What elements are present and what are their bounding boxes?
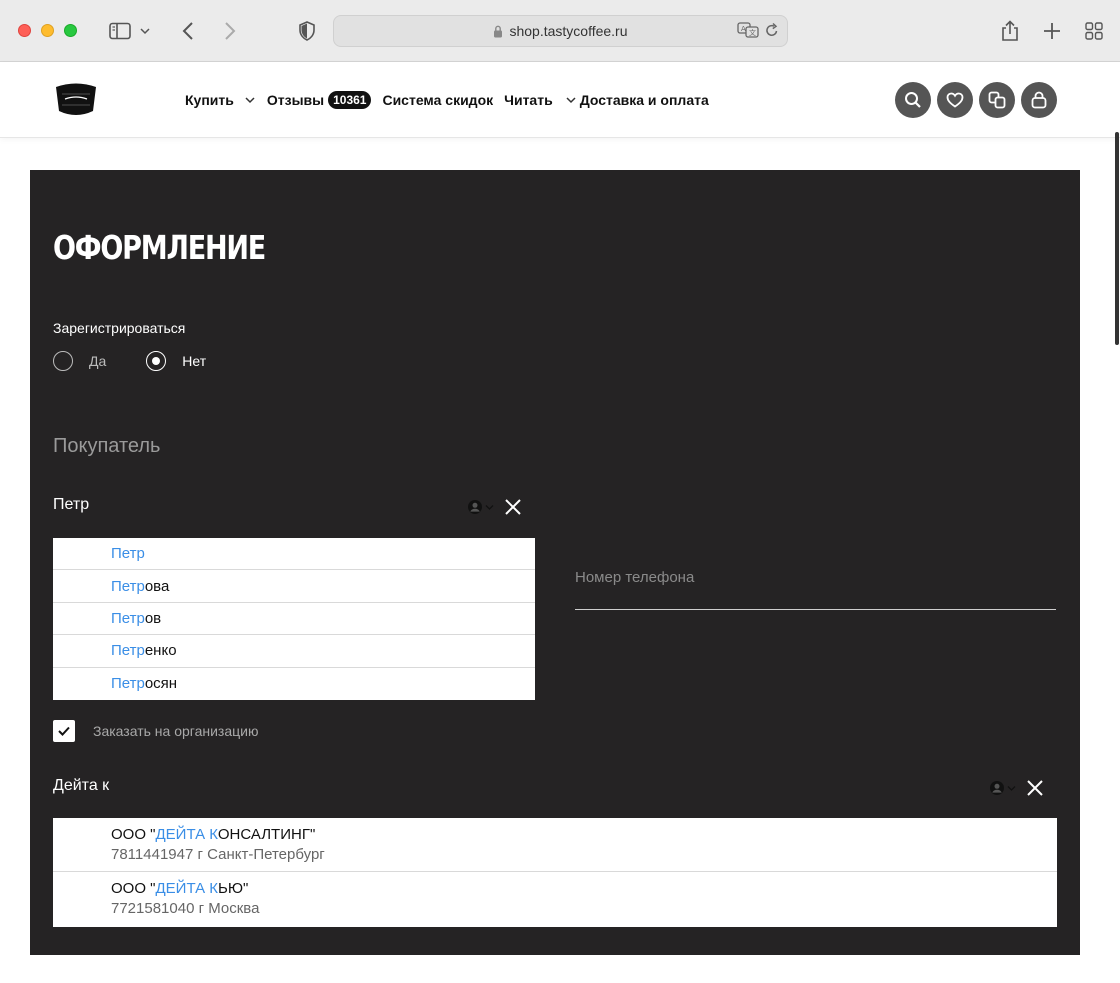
nav-item-label: Купить — [185, 92, 234, 108]
svg-text:A: A — [741, 25, 746, 33]
main-nav: Купить Отзывы 10361 Система скидок Читат… — [185, 62, 720, 138]
heart-icon — [946, 92, 964, 108]
plus-icon — [1044, 23, 1060, 39]
zoom-window-button[interactable] — [64, 24, 77, 37]
tasty-coffee-logo[interactable] — [53, 81, 99, 119]
nav-item-label: Система скидок — [382, 92, 494, 108]
name-input[interactable]: Петр — [53, 496, 89, 514]
search-button[interactable] — [895, 82, 931, 118]
share-button[interactable] — [999, 18, 1021, 44]
chevron-down-icon — [1007, 785, 1016, 791]
organization-details: 7721581040 г Москва — [111, 900, 260, 917]
url-text: shop.tastycoffee.ru — [509, 23, 628, 39]
name-suggestions: Петр Петр ова Петр ов Петр енко Петр осян — [53, 538, 535, 700]
register-yes-label[interactable]: Да — [89, 353, 106, 369]
translate-icon[interactable]: A文 — [737, 22, 759, 38]
register-no-label[interactable]: Нет — [182, 353, 206, 369]
phone-input[interactable] — [575, 565, 1056, 586]
organization-input[interactable]: Дейта к — [53, 777, 109, 795]
cart-button[interactable] — [1021, 82, 1057, 118]
register-yes-radio[interactable] — [53, 351, 73, 371]
organization-details: 7811441947 г Санкт-Петербург — [111, 845, 325, 863]
nav-item-label: Читать — [504, 92, 553, 108]
list-item[interactable]: Петр енко — [53, 635, 535, 668]
name-field-actions — [467, 498, 522, 516]
chevron-left-icon — [182, 22, 193, 40]
register-radio-group: Да Нет — [53, 351, 246, 371]
list-item[interactable]: Петр ова — [53, 570, 535, 603]
nav-item-reviews[interactable]: Отзывы 10361 — [267, 91, 372, 109]
organization-name: ООО "ДЕЙТА КЬЮ" — [111, 880, 249, 897]
minimize-window-button[interactable] — [41, 24, 54, 37]
nav-item-discounts[interactable]: Система скидок — [382, 92, 493, 108]
autofill-contact-button[interactable] — [467, 499, 494, 515]
person-circle-icon — [990, 781, 1004, 795]
list-item[interactable]: Петр — [53, 538, 535, 571]
chevron-down-icon — [245, 97, 255, 104]
list-item[interactable]: Петр ов — [53, 603, 535, 636]
svg-text:文: 文 — [749, 28, 756, 37]
compare-icon — [988, 91, 1006, 109]
forward-button[interactable] — [220, 18, 240, 44]
checkmark-icon — [58, 726, 70, 736]
organization-field-actions — [989, 779, 1044, 797]
page-scrollbar[interactable] — [1115, 132, 1119, 345]
chevron-right-icon — [225, 22, 236, 40]
share-icon — [1002, 20, 1018, 41]
person-circle-icon — [468, 500, 482, 514]
chevron-down-icon — [485, 504, 494, 510]
search-icon — [905, 92, 921, 108]
grid-icon — [1085, 22, 1103, 40]
list-item[interactable]: ООО "ДЕЙТА КЬЮ" 7721581040 г Москва — [53, 872, 1057, 926]
organization-suggestions: ООО "ДЕЙТА КОНСАЛТИНГ" 7811441947 г Санк… — [53, 818, 1057, 927]
nav-item-read[interactable]: Читать — [504, 92, 577, 108]
nav-item-label: Доставка и оплата — [579, 92, 709, 108]
nav-item-buy[interactable]: Купить — [185, 92, 256, 108]
close-window-button[interactable] — [18, 24, 31, 37]
sidebar-icon — [109, 22, 131, 40]
checkout-panel: ОФОРМЛЕНИЕ Зарегистрироваться Да Нет Пок… — [30, 170, 1080, 955]
chevron-down-icon — [140, 28, 150, 35]
clear-name-icon[interactable] — [504, 498, 522, 516]
privacy-shield-button[interactable] — [296, 18, 318, 44]
nav-item-label: Отзывы — [266, 92, 325, 108]
bag-icon — [1031, 91, 1047, 109]
reload-icon[interactable] — [765, 22, 779, 38]
register-no-radio[interactable] — [146, 351, 167, 371]
clear-organization-icon[interactable] — [1026, 779, 1044, 797]
autofill-organization-button[interactable] — [989, 780, 1016, 796]
order-for-organization-label[interactable]: Заказать на организацию — [93, 723, 258, 739]
tab-overview-button[interactable] — [1083, 18, 1105, 44]
buyer-section-title: Покупатель — [53, 435, 161, 457]
shield-icon — [299, 21, 315, 41]
order-for-organization-row: Заказать на организацию — [53, 720, 258, 742]
compare-button[interactable] — [979, 82, 1015, 118]
list-item[interactable]: ООО "ДЕЙТА КОНСАЛТИНГ" 7811441947 г Санк… — [53, 818, 1057, 872]
nav-item-delivery[interactable]: Доставка и оплата — [580, 92, 709, 108]
new-tab-button[interactable] — [1041, 18, 1063, 44]
page-title: ОФОРМЛЕНИЕ — [53, 228, 266, 267]
site-header: Купить Отзывы 10361 Система скидок Читат… — [0, 62, 1120, 138]
lock-icon — [494, 25, 503, 37]
sidebar-toggle-button[interactable] — [106, 18, 154, 44]
list-item[interactable]: Петр осян — [53, 668, 535, 700]
chevron-down-icon — [566, 97, 576, 104]
url-bar[interactable]: shop.tastycoffee.ru A文 — [333, 15, 788, 47]
favorites-button[interactable] — [937, 82, 973, 118]
reviews-count-badge: 10361 — [328, 91, 372, 109]
back-button[interactable] — [178, 18, 198, 44]
header-actions — [895, 82, 1057, 118]
order-for-organization-checkbox[interactable] — [53, 720, 75, 742]
phone-field — [575, 565, 1056, 610]
register-label: Зарегистрироваться — [53, 320, 186, 336]
browser-toolbar: shop.tastycoffee.ru A文 — [0, 0, 1120, 62]
organization-name: ООО "ДЕЙТА КОНСАЛТИНГ" — [111, 825, 316, 843]
